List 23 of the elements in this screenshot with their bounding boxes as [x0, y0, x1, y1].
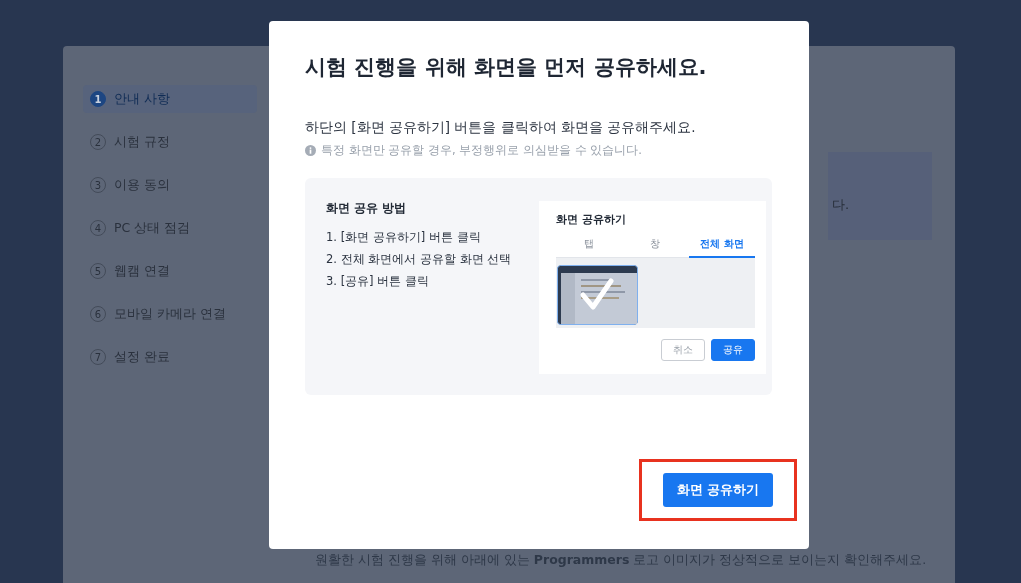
instruction-text: 하단의 [화면 공유하기] 버튼을 클릭하여 화면을 공유해주세요.: [305, 119, 697, 138]
guide-step: 2. 전체 화면에서 공유할 화면 선택: [326, 248, 521, 271]
guide-step: 3. [공유] 버튼 클릭: [326, 270, 521, 293]
example-button[interactable]: 공유: [711, 339, 755, 362]
screen-thumbnail-drawing[interactable]: [557, 265, 638, 326]
background-text: 다.: [832, 196, 850, 214]
sidebar-step[interactable]: 3 이용 동의: [83, 171, 257, 199]
sidebar-step[interactable]: 4 PC 상태 점검: [83, 214, 257, 242]
share-screen-button[interactable]: 화면 공유하기: [663, 473, 773, 507]
notice-text: 특정 화면만 공유할 경우, 부정행위로 의심받을 수 있습니다.: [321, 143, 642, 159]
example-title: 화면 공유하기: [556, 212, 627, 228]
example-button[interactable]: 취소: [661, 339, 705, 362]
example-tab[interactable]: 탭: [556, 235, 623, 259]
info-icon: [305, 145, 316, 157]
guide-heading: 화면 공유 방법: [326, 200, 408, 218]
sidebar-step[interactable]: 1 안내 사항: [83, 85, 257, 113]
example-tab[interactable]: 창: [622, 235, 689, 259]
sidebar-step[interactable]: 5 웹캠 연결: [83, 257, 257, 285]
sidebar-step[interactable]: 2 시험 규정: [83, 128, 257, 156]
modal-title: 시험 진행을 위해 화면을 먼저 공유하세요.: [305, 55, 708, 81]
sidebar-step[interactable]: 7 설정 완료: [83, 343, 257, 371]
step-number: 1: [90, 91, 106, 107]
guide-step: 1. [화면 공유하기] 버튼 클릭: [326, 226, 521, 249]
